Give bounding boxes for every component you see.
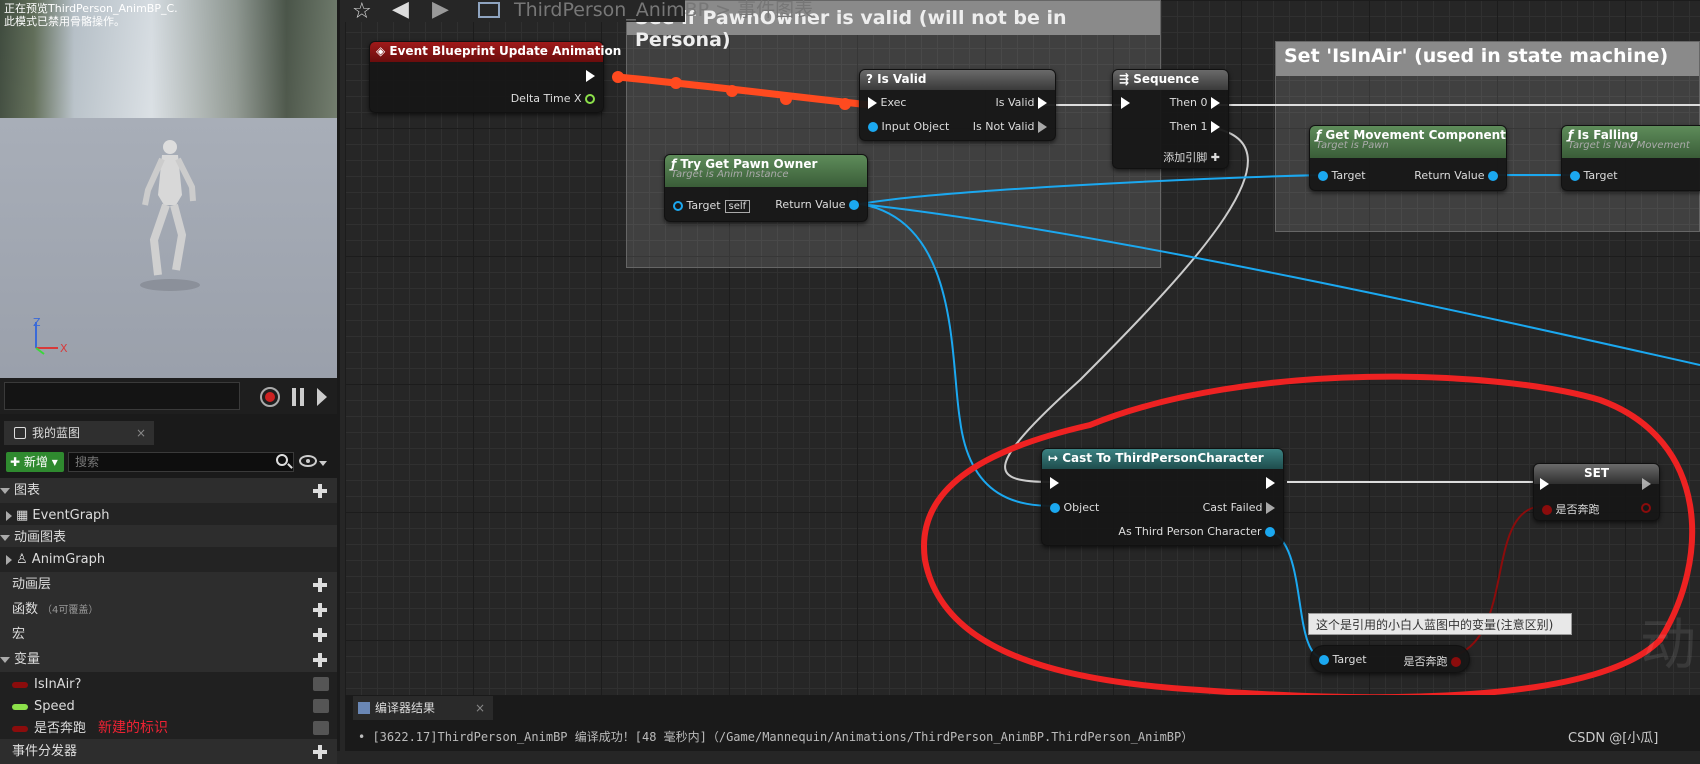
node-title: Cast To ThirdPersonCharacter xyxy=(1062,451,1264,465)
exec-in-pin[interactable] xyxy=(1121,96,1130,109)
return-value-pin[interactable]: Return Value xyxy=(775,198,859,211)
tab-compiler-results[interactable]: 编译器结果 × xyxy=(353,696,493,720)
node-subtitle: Target is Anim Instance xyxy=(671,169,789,180)
node-title: SET xyxy=(1583,466,1610,480)
set-variable-node[interactable]: SET 是否奔跑 xyxy=(1533,463,1660,521)
node-title: Event Blueprint Update Animation xyxy=(389,44,622,58)
node-header: SET xyxy=(1534,464,1659,484)
tab-label: 编译器结果 xyxy=(375,701,436,715)
pin-label: Cast Failed xyxy=(1202,501,1263,514)
target-pin[interactable]: Target xyxy=(1318,169,1366,182)
pin-label: Is Valid xyxy=(995,96,1035,109)
exec-in-pin[interactable] xyxy=(1540,477,1549,490)
pin-label: Target xyxy=(1331,169,1366,182)
close-icon[interactable]: × xyxy=(475,696,485,720)
watermark-credit: CSDN @[小瓜] xyxy=(1568,731,1659,746)
get-is-running-node[interactable]: Target 是否奔跑 xyxy=(1310,645,1470,673)
exec-in-pin[interactable] xyxy=(1050,476,1059,489)
node-header: ↦ Cast To ThirdPersonCharacter xyxy=(1042,449,1283,469)
target-pin[interactable]: Target xyxy=(1570,169,1618,182)
node-title: Sequence xyxy=(1133,72,1200,86)
pin-label: Return Value xyxy=(775,198,846,211)
sequence-node[interactable]: ⇶ Sequence Then 0 Then 1 添加引脚 ✚ xyxy=(1112,69,1229,169)
pin-label: Target xyxy=(1332,653,1367,666)
cast-to-thirdpersoncharacter-node[interactable]: ↦ Cast To ThirdPersonCharacter Object Ca… xyxy=(1041,448,1284,546)
node-header: ƒ Is Falling Target is Nav Movement xyxy=(1562,126,1700,158)
exec-out-pin[interactable] xyxy=(586,69,595,82)
pin-label: Then 1 xyxy=(1169,120,1208,133)
pin-label: Exec xyxy=(880,96,907,109)
is-running-in-pin[interactable]: 是否奔跑 xyxy=(1542,501,1600,517)
as-third-person-character-pin[interactable]: As Third Person Character xyxy=(1118,525,1275,538)
exec-in-pin[interactable]: Exec xyxy=(868,96,906,109)
pin-label: As Third Person Character xyxy=(1118,525,1262,538)
pin-label: 是否奔跑 xyxy=(1403,655,1448,668)
is-running-pin[interactable]: 是否奔跑 xyxy=(1403,653,1461,669)
exec-out-pin[interactable] xyxy=(1642,477,1651,490)
node-title: Is Valid xyxy=(877,72,927,86)
cast-failed-pin[interactable]: Cast Failed xyxy=(1203,501,1275,514)
object-pin[interactable]: Object xyxy=(1050,501,1099,514)
is-falling-node[interactable]: ƒ Is Falling Target is Nav Movement Targe… xyxy=(1561,125,1700,191)
is-running-out-pin[interactable] xyxy=(1641,501,1651,514)
return-value-pin[interactable]: Return Value xyxy=(1414,169,1498,182)
pin-label: Delta Time X xyxy=(510,92,582,105)
node-header: ◈ Event Blueprint Update Animation xyxy=(370,42,621,62)
node-subtitle: Target is Nav Movement xyxy=(1568,140,1690,151)
try-get-pawn-owner-node[interactable]: ƒ Try Get Pawn Owner Target is Anim Insta… xyxy=(664,154,868,222)
node-header: ƒ Try Get Pawn Owner Target is Anim Insta… xyxy=(665,155,867,187)
watermark: 动 xyxy=(1640,613,1696,678)
pin-label: Input Object xyxy=(881,120,950,133)
node-header: ƒ Get Movement Component Target is Pawn xyxy=(1310,126,1506,158)
pin-label: Return Value xyxy=(1414,169,1485,182)
node-header: ⇶ Sequence xyxy=(1113,70,1228,90)
pin-label: Is Not Valid xyxy=(972,120,1035,133)
node-header: ? Is Valid xyxy=(860,70,1055,90)
target-pin[interactable]: Target self xyxy=(673,199,751,213)
compile-log-line: • [3622.17]ThirdPerson_AnimBP 编译成功！[48 毫… xyxy=(358,730,1194,744)
target-pin[interactable]: Target xyxy=(1319,653,1367,666)
input-object-pin[interactable]: Input Object xyxy=(868,120,949,133)
is-valid-pin[interactable]: Is Valid xyxy=(996,96,1047,109)
node-comment-bubble[interactable]: 这个是引用的小白人蓝图中的变量(注意区别) xyxy=(1308,613,1572,635)
then-1-pin[interactable]: Then 1 xyxy=(1170,120,1220,133)
pin-label: 添加引脚 xyxy=(1163,151,1208,164)
add-pin-button[interactable]: 添加引脚 ✚ xyxy=(1163,149,1220,165)
is-valid-node[interactable]: ? Is Valid Exec Is Valid Input Object Is… xyxy=(859,69,1056,141)
is-not-valid-pin[interactable]: Is Not Valid xyxy=(973,120,1047,133)
exec-out-pin[interactable] xyxy=(1266,476,1275,489)
wires xyxy=(612,71,1700,701)
self-default: self xyxy=(724,200,751,213)
compiler-icon xyxy=(358,702,370,714)
pin-label: Target xyxy=(1583,169,1618,182)
get-movement-component-node[interactable]: ƒ Get Movement Component Target is Pawn T… xyxy=(1309,125,1507,191)
pin-label: 是否奔跑 xyxy=(1555,503,1600,516)
then-0-pin[interactable]: Then 0 xyxy=(1170,96,1220,109)
pin-label: Target xyxy=(686,199,721,212)
event-update-animation-node[interactable]: ◈ Event Blueprint Update Animation Delta… xyxy=(369,41,621,113)
pin-label: Object xyxy=(1063,501,1100,514)
delta-time-pin[interactable]: Delta Time X xyxy=(511,92,595,105)
pin-label: Then 0 xyxy=(1169,96,1208,109)
